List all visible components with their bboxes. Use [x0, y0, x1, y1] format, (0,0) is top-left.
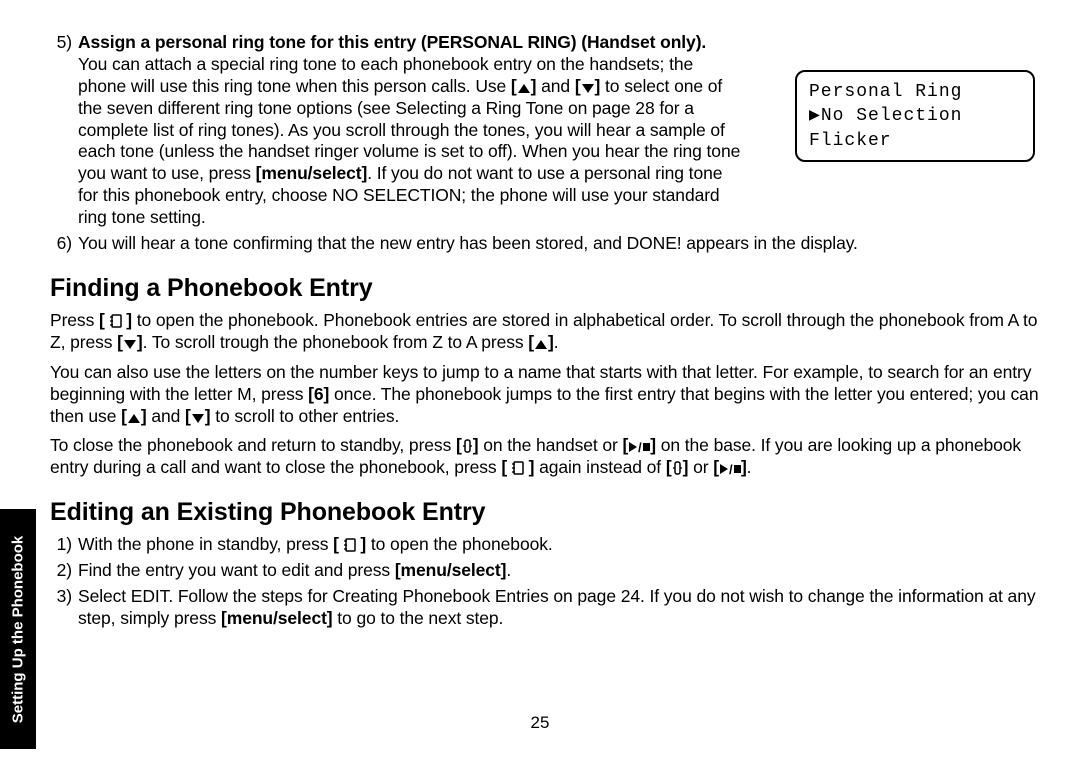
step-6: 6) You will hear a tone confirming that …	[50, 233, 1040, 255]
svg-text:/: /	[729, 463, 733, 475]
step-5-num: 5)	[50, 32, 78, 229]
edit-step-3: 3) Select EDIT. Follow the steps for Cre…	[50, 586, 1040, 630]
lcd-line-2: ▶No Selection	[809, 104, 1021, 128]
svg-text:/: /	[638, 441, 642, 453]
lcd-screen: Personal Ring ▶No Selection Flicker	[795, 70, 1035, 162]
side-tab-label: Setting Up the Phonebook	[10, 535, 27, 723]
edit-step-1: 1) With the phone in standby, press [ ] …	[50, 534, 1040, 556]
edit-step-2: 2) Find the entry you want to edit and p…	[50, 560, 1040, 582]
end-call-icon	[672, 461, 683, 475]
step-6-body: You will hear a tone confirming that the…	[78, 233, 1040, 255]
phonebook-icon	[110, 314, 122, 328]
side-tab: Setting Up the Phonebook	[0, 509, 36, 749]
up-arrow-icon	[517, 83, 531, 94]
finding-para-1: Press [ ] to open the phonebook. Phonebo…	[50, 310, 1040, 354]
up-arrow-icon	[127, 413, 141, 424]
down-arrow-icon	[191, 413, 205, 424]
end-call-icon	[462, 439, 473, 453]
down-arrow-icon	[581, 83, 595, 94]
play-stop-icon: /	[628, 441, 650, 453]
finding-para-3: To close the phonebook and return to sta…	[50, 435, 1040, 479]
step-5-title: Assign a personal ring tone for this ent…	[78, 32, 706, 52]
down-arrow-icon	[123, 339, 137, 350]
heading-editing: Editing an Existing Phonebook Entry	[50, 497, 1040, 528]
play-stop-icon: /	[719, 463, 741, 475]
finding-para-2: You can also use the letters on the numb…	[50, 362, 1040, 428]
lcd-line-1: Personal Ring	[809, 80, 1021, 104]
phonebook-icon	[512, 461, 524, 475]
page-number: 25	[531, 713, 550, 733]
up-arrow-icon	[534, 339, 548, 350]
phonebook-icon	[344, 538, 356, 552]
step-5-body: Assign a personal ring tone for this ent…	[78, 32, 743, 229]
step-6-num: 6)	[50, 233, 78, 255]
lcd-line-3: Flicker	[809, 129, 1021, 153]
heading-finding: Finding a Phonebook Entry	[50, 273, 1040, 304]
